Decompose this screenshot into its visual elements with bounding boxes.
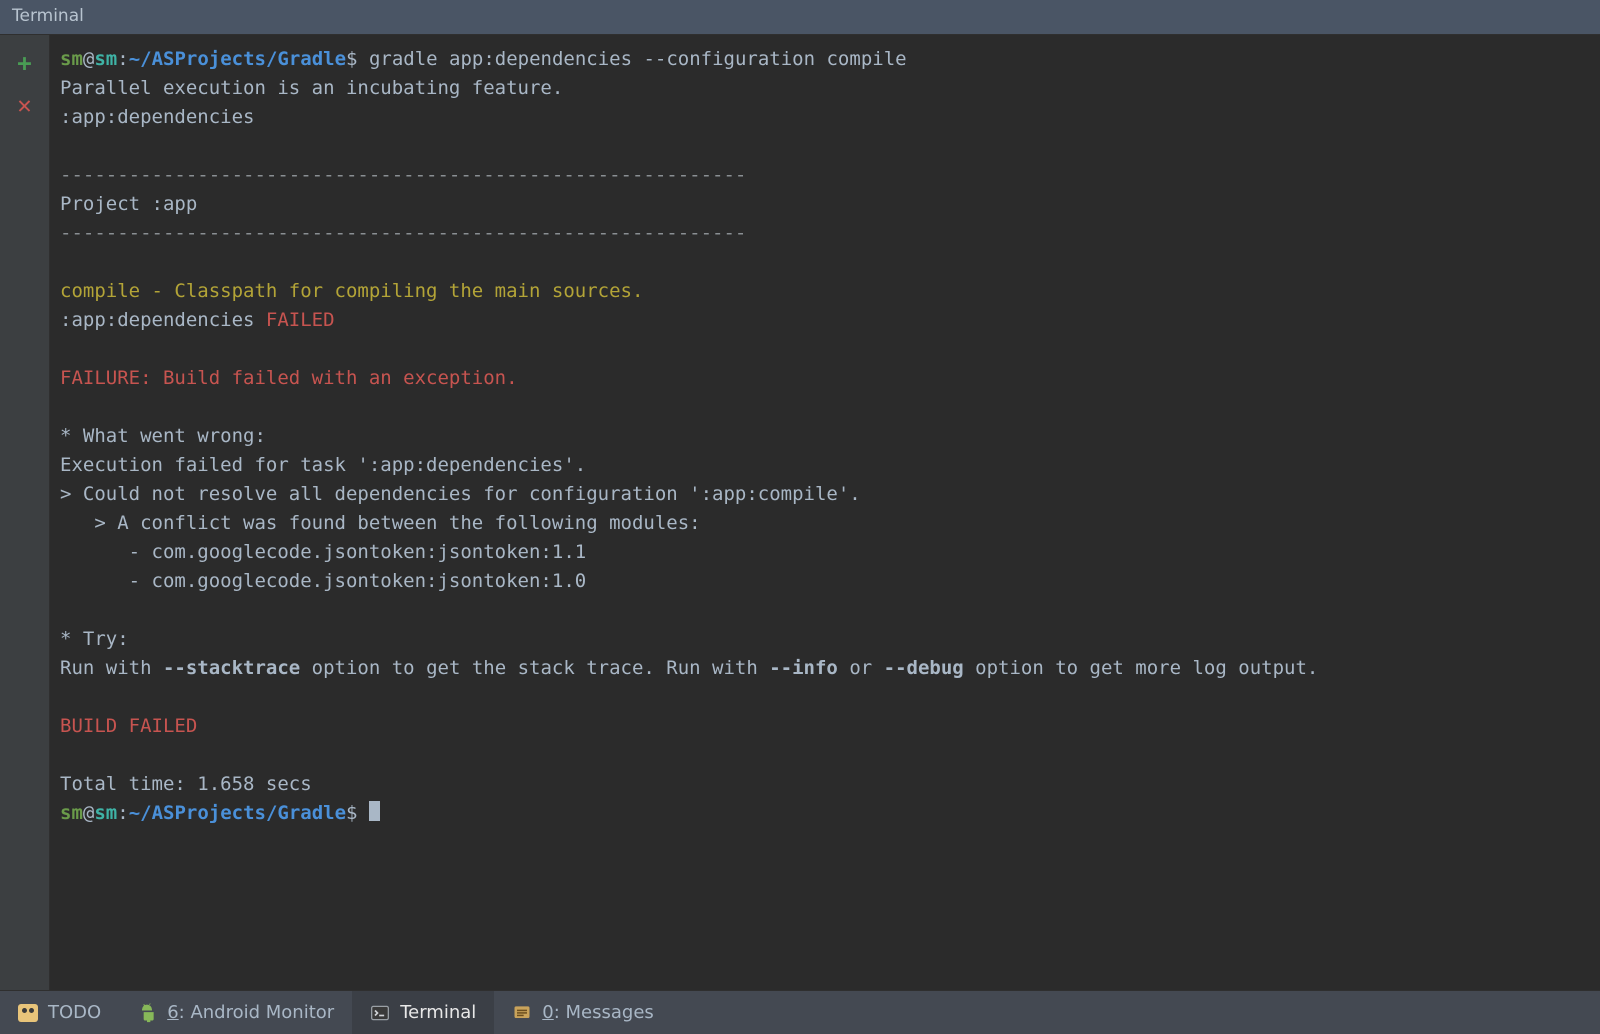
statusbar-item-todo[interactable]: TODO — [0, 991, 119, 1034]
statusbar-item-label: Terminal — [400, 1002, 476, 1023]
todo-icon — [18, 1003, 38, 1023]
panel-title: Terminal — [0, 0, 1600, 35]
output-line: * What went wrong: — [60, 425, 266, 447]
output-flag: --stacktrace — [163, 657, 300, 679]
terminal-output[interactable]: sm@sm:~/ASProjects/Gradle$ gradle app:de… — [50, 35, 1600, 990]
output-line: or — [838, 657, 884, 679]
statusbar-item-messages[interactable]: 0: Messages — [494, 991, 672, 1034]
terminal-panel-body: + ✕ sm@sm:~/ASProjects/Gradle$ gradle ap… — [0, 35, 1600, 990]
statusbar-item-label: 0: Messages — [542, 1002, 654, 1023]
prompt-path: ~/ASProjects/Gradle — [129, 48, 346, 70]
output-line: Project :app — [60, 193, 197, 215]
output-line: Total time: 1.658 secs — [60, 773, 312, 795]
output-line: Execution failed for task ':app:dependen… — [60, 454, 586, 476]
prompt-colon: : — [117, 802, 128, 824]
status-bar: TODO 6: Android Monitor Terminal 0: Mess… — [0, 990, 1600, 1034]
output-line: - com.googlecode.jsontoken:jsontoken:1.1 — [60, 541, 586, 563]
output-build-failed: BUILD FAILED — [60, 715, 197, 737]
prompt-at: @ — [83, 802, 94, 824]
output-rule: ----------------------------------------… — [60, 164, 746, 186]
output-line: :app:dependencies — [60, 106, 254, 128]
output-rule: ----------------------------------------… — [60, 222, 746, 244]
command-line: gradle app:dependencies --configuration … — [369, 48, 907, 70]
statusbar-item-android-monitor[interactable]: 6: Android Monitor — [119, 991, 352, 1034]
statusbar-item-label: TODO — [48, 1002, 101, 1023]
output-line: option to get the stack trace. Run with — [300, 657, 769, 679]
output-line: option to get more log output. — [964, 657, 1319, 679]
prompt-at: @ — [83, 48, 94, 70]
output-line: compile - Classpath for compiling the ma… — [60, 280, 643, 302]
output-flag: --debug — [884, 657, 964, 679]
prompt-dollar: $ — [346, 802, 357, 824]
output-failure-line: FAILURE: Build failed with an exception. — [60, 367, 518, 389]
add-terminal-button[interactable]: + — [11, 49, 39, 77]
statusbar-item-label: 6: Android Monitor — [167, 1002, 334, 1023]
output-line: Run with — [60, 657, 163, 679]
prompt-path: ~/ASProjects/Gradle — [129, 802, 346, 824]
prompt-user: sm — [60, 48, 83, 70]
output-line: * Try: — [60, 628, 129, 650]
output-line: > Could not resolve all dependencies for… — [60, 483, 861, 505]
close-icon: ✕ — [17, 91, 31, 119]
prompt-colon: : — [117, 48, 128, 70]
prompt-user: sm — [60, 802, 83, 824]
output-failed: FAILED — [266, 309, 335, 331]
output-line: > A conflict was found between the follo… — [60, 512, 701, 534]
close-terminal-button[interactable]: ✕ — [11, 91, 39, 119]
prompt-host: sm — [94, 802, 117, 824]
output-flag: --info — [769, 657, 838, 679]
output-line: :app:dependencies — [60, 309, 266, 331]
prompt-host: sm — [94, 48, 117, 70]
output-line: Parallel execution is an incubating feat… — [60, 77, 563, 99]
terminal-gutter: + ✕ — [0, 35, 50, 990]
statusbar-item-terminal[interactable]: Terminal — [352, 991, 494, 1034]
terminal-icon — [370, 1003, 390, 1023]
messages-icon — [512, 1003, 532, 1023]
cursor — [369, 801, 380, 821]
output-line: - com.googlecode.jsontoken:jsontoken:1.0 — [60, 570, 586, 592]
plus-icon: + — [17, 49, 31, 77]
android-icon — [137, 1003, 157, 1023]
prompt-dollar: $ — [346, 48, 357, 70]
